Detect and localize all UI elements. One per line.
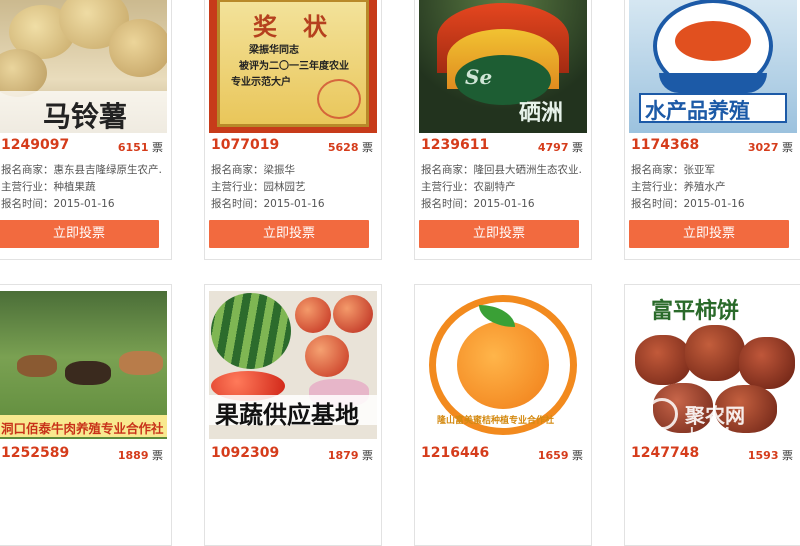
contest-card: 奖状 梁振华同志 被评为二〇一三年度农业 专业示范大户 1077019 5628… xyxy=(204,0,382,260)
industry-line: 主营行业：种植果蔬 xyxy=(1,181,96,193)
contest-card: 洞口佰泰牛肉养殖专业合作社 1252589 1889 票 xyxy=(0,284,172,546)
contest-card: 水产品养殖 1174368 3027 票 报名商家：张亚军 主营行业：养殖水产 … xyxy=(624,0,800,260)
card-thumbnail[interactable]: 马铃薯 xyxy=(0,0,167,133)
merchant-line: 报名商家：隆回县大硒洲生态农业… xyxy=(421,164,581,176)
entry-id: 1252589 xyxy=(1,445,70,461)
entry-id: 1216446 xyxy=(421,445,490,461)
time-line: 报名时间：2015-01-16 xyxy=(1,198,115,210)
vote-button[interactable]: 立即投票 xyxy=(419,220,579,248)
merchant-line: 报名商家：惠东县吉隆绿原生农产… xyxy=(1,164,161,176)
card-thumbnail[interactable]: 隆山富美蜜桔种植专业合作社 xyxy=(419,291,587,439)
card-thumbnail[interactable]: 水产品养殖 xyxy=(629,0,797,133)
contest-card: 马铃薯 1249097 6151 票 报名商家：惠东县吉隆绿原生农产… 主营行业… xyxy=(0,0,172,260)
time-line: 报名时间：2015-01-16 xyxy=(421,198,535,210)
contest-card: Se 硒洲 1239611 4797 票 报名商家：隆回县大硒洲生态农业… 主营… xyxy=(414,0,592,260)
vote-button[interactable]: 立即投票 xyxy=(0,220,159,248)
thumbnail-caption: 马铃薯 xyxy=(43,100,128,133)
thumbnail-caption: 奖状 xyxy=(253,13,353,41)
entry-id: 1092309 xyxy=(211,445,280,461)
card-thumbnail[interactable]: Se 硒洲 xyxy=(419,0,587,133)
vote-count: 4797 票 xyxy=(537,141,583,154)
watermark-logo-icon xyxy=(646,398,678,430)
vote-count: 6151 票 xyxy=(117,141,163,154)
thumbnail-caption: 水产品养殖 xyxy=(645,99,750,123)
thumbnail-caption: 硒洲 xyxy=(519,101,564,126)
site-watermark: 聚农网 J…COM xyxy=(646,398,786,442)
vote-count: 3027 票 xyxy=(747,141,793,154)
contest-card: 果蔬供应基地 1092309 1879 票 xyxy=(204,284,382,546)
thumbnail-caption: 隆山富美蜜桔种植专业合作社 xyxy=(437,416,555,426)
merchant-line: 报名商家：梁振华 xyxy=(211,164,295,176)
entry-id: 1077019 xyxy=(211,137,280,153)
industry-line: 主营行业：农副特产 xyxy=(421,181,516,193)
entry-id: 1239611 xyxy=(421,137,490,153)
vote-button[interactable]: 立即投票 xyxy=(209,220,369,248)
contest-card: 隆山富美蜜桔种植专业合作社 1216446 1659 票 xyxy=(414,284,592,546)
card-thumbnail[interactable]: 果蔬供应基地 xyxy=(209,291,377,439)
thumbnail-caption: 果蔬供应基地 xyxy=(215,401,359,429)
thumbnail-caption: 洞口佰泰牛肉养殖专业合作社 xyxy=(1,421,164,436)
vote-count: 5628 票 xyxy=(327,141,373,154)
time-line: 报名时间：2015-01-16 xyxy=(211,198,325,210)
card-thumbnail[interactable]: 奖状 梁振华同志 被评为二〇一三年度农业 专业示范大户 xyxy=(209,0,377,133)
industry-line: 主营行业：养殖水产 xyxy=(631,181,726,193)
entry-id: 1174368 xyxy=(631,137,700,153)
thumbnail-caption: 富平柿饼 xyxy=(651,298,740,324)
industry-line: 主营行业：园林园艺 xyxy=(211,181,306,193)
time-line: 报名时间：2015-01-16 xyxy=(631,198,745,210)
vote-button[interactable]: 立即投票 xyxy=(629,220,789,248)
merchant-line: 报名商家：张亚军 xyxy=(631,164,715,176)
entry-id: 1247748 xyxy=(631,445,700,461)
card-thumbnail[interactable]: 洞口佰泰牛肉养殖专业合作社 xyxy=(0,291,167,439)
entry-id: 1249097 xyxy=(1,137,70,153)
